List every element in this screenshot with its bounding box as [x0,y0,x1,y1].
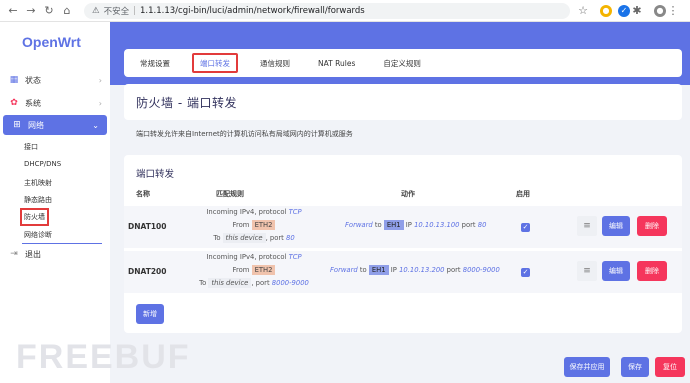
sidebar-item-network[interactable]: ⊞ 网络 ⌄ [3,115,107,135]
sidebar-subitem-dhcp[interactable]: DHCP/DNS [24,160,61,168]
sidebar-subitem-firewall[interactable]: 防火墙 [20,208,49,226]
chevron-right-icon: › [98,75,102,85]
browser-toolbar: ← → ↻ ⌂ ⚠ 不安全 | 1.1.1.13/cgi-bin/luci/ad… [0,0,690,22]
edit-button[interactable]: 编辑 [602,261,630,281]
url-text: 1.1.1.13/cgi-bin/luci/admin/network/fire… [140,5,365,16]
zone-badge: ETH2 [251,265,276,275]
shield-extension-icon[interactable]: ✓ [618,4,630,17]
chevron-down-icon: ⌄ [92,120,99,130]
zone-badge: ETH2 [251,220,276,230]
page-title-card: 防火墙 - 端口转发 [124,84,682,120]
table-row: DNAT100 Incoming IPv4, protocol TCP From… [124,206,682,248]
enable-checkbox[interactable]: ✓ [521,223,530,232]
tab-bar: 常规设置 端口转发 通信规则 NAT Rules 自定义规则 [124,49,682,77]
action-desc: Forward to EH1 IP 10.10.13.200 port 8000… [330,265,500,275]
network-icon: ⊞ [13,120,21,130]
sidebar-item-label: 系统 [25,98,41,108]
rule-name: DNAT200 [128,267,167,276]
puzzle-icon[interactable]: ✱ [630,4,644,18]
header-match: 匹配规则 [216,190,244,198]
sidebar-subitem-interfaces[interactable]: 接口 [24,142,38,152]
logout-icon: ⇥ [10,249,18,259]
gear-icon: ✿ [10,98,18,108]
chevron-right-icon: › [98,98,102,108]
edit-button[interactable]: 编辑 [602,216,630,236]
action-desc: Forward to EH1 IP 10.10.13.100 port 80 [345,220,487,230]
header-enable: 启用 [516,190,530,198]
reset-button[interactable]: 复位 [655,357,685,377]
save-button[interactable]: 保存 [621,357,649,377]
table-header: 名称 匹配规则 动作 启用 [124,189,682,203]
warning-icon: ⚠ [92,5,100,16]
security-label: 不安全 [103,6,130,17]
match-rule: Incoming IPv4, protocol TCP From ETH2 To… [206,208,302,243]
openwrt-logo[interactable]: OpenWrt [22,34,81,50]
tab-traffic-rules[interactable]: 通信规则 [254,53,296,73]
watermark-logo: FREEBUF [16,338,191,376]
home-icon[interactable]: ⌂ [60,4,74,18]
profile-icon[interactable]: ● [654,4,666,17]
extension-icon[interactable]: ● [600,4,612,17]
match-rule: Incoming IPv4, protocol TCP From ETH2 To… [199,253,309,288]
sidebar-subitem-routes[interactable]: 静态路由 [24,195,52,205]
forward-icon[interactable]: → [24,4,38,18]
page-description: 端口转发允许来自Internet的计算机访问私有局域网内的计算机或服务 [136,130,353,138]
sidebar: OpenWrt ▦ 状态 › ✿ 系统 › ⊞ 网络 ⌄ 接口 DHCP/DNS… [0,22,110,383]
add-button[interactable]: 新增 [136,304,164,324]
port-forward-section: 端口转发 名称 匹配规则 动作 启用 DNAT100 Incoming IPv4… [124,155,682,333]
enable-checkbox[interactable]: ✓ [521,268,530,277]
rule-name: DNAT100 [128,222,167,231]
zone-badge: EH1 [383,220,404,230]
tab-port-forwards[interactable]: 端口转发 [192,53,238,73]
save-apply-button[interactable]: 保存并应用 [564,357,610,377]
tab-nat-rules[interactable]: NAT Rules [312,53,361,73]
sidebar-item-logout[interactable]: ⇥ 退出 [0,244,110,264]
delete-button[interactable]: 删除 [637,216,667,236]
page-title: 防火墙 - 端口转发 [136,96,237,110]
tab-custom-rules[interactable]: 自定义规则 [377,53,427,73]
sidebar-subitem-diagnostics[interactable]: 网络诊断 [24,230,52,240]
menu-icon[interactable]: ⋮ [666,4,680,18]
drag-handle-icon[interactable]: ≡ [577,216,597,236]
table-row: DNAT200 Incoming IPv4, protocol TCP From… [124,251,682,293]
dashboard-icon: ▦ [9,75,19,85]
sidebar-subitem-hosts[interactable]: 主机映射 [24,178,52,188]
header-action: 动作 [401,190,415,198]
sidebar-item-label: 网络 [28,120,44,130]
reload-icon[interactable]: ↻ [42,4,56,18]
delete-button[interactable]: 删除 [637,261,667,281]
star-icon[interactable]: ☆ [576,4,590,18]
tab-general[interactable]: 常规设置 [134,53,176,73]
back-icon[interactable]: ← [6,4,20,18]
sidebar-item-status[interactable]: ▦ 状态 › [0,70,110,90]
zone-badge: EH1 [368,265,389,275]
header-name: 名称 [136,190,150,198]
drag-handle-icon[interactable]: ≡ [577,261,597,281]
sidebar-item-label: 退出 [25,249,41,259]
section-title: 端口转发 [136,169,175,180]
sidebar-item-label: 状态 [25,75,41,85]
sidebar-item-system[interactable]: ✿ 系统 › [0,93,110,113]
address-bar[interactable]: ⚠ 不安全 | 1.1.1.13/cgi-bin/luci/admin/netw… [84,2,570,19]
